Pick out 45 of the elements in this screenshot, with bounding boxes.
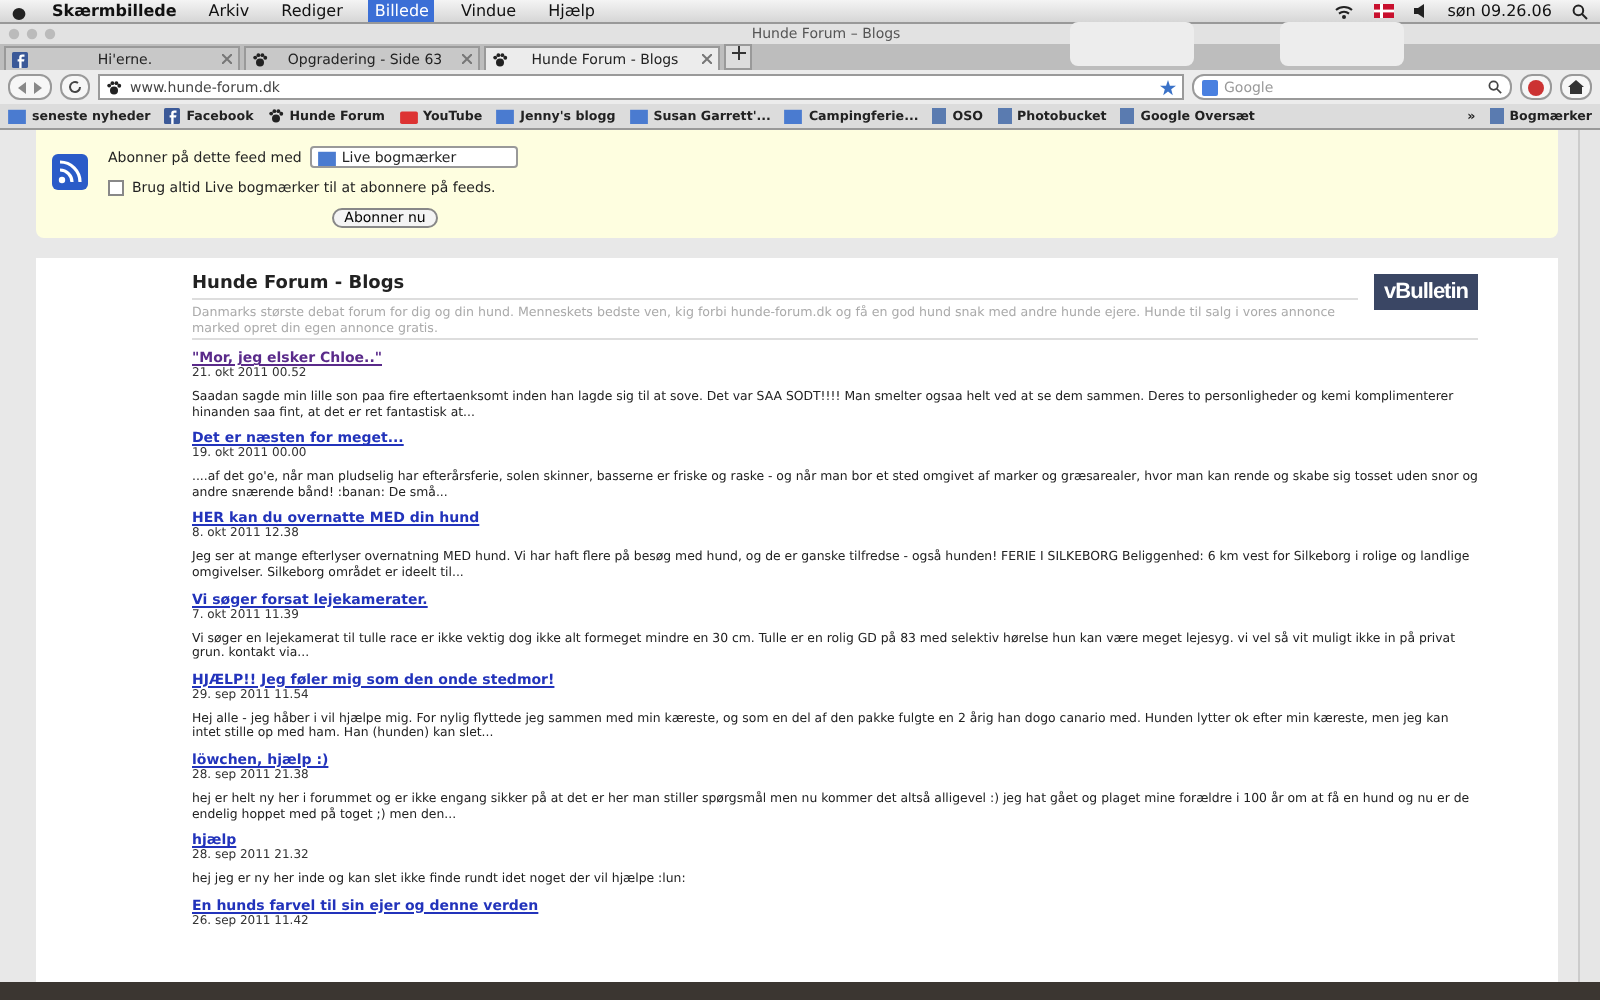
close-icon[interactable] <box>222 54 232 64</box>
wifi-icon[interactable] <box>1333 3 1354 19</box>
paw-icon <box>106 79 122 95</box>
folder-icon <box>629 108 648 124</box>
speaker-icon[interactable] <box>1413 4 1428 18</box>
search-icon[interactable] <box>1488 80 1502 94</box>
close-icon[interactable] <box>462 54 472 64</box>
flag-icon[interactable] <box>1373 4 1394 18</box>
menu-item[interactable]: Rediger <box>275 0 349 22</box>
stop-icon <box>1528 79 1544 95</box>
new-tab-button[interactable] <box>724 44 752 70</box>
tv-icon <box>399 108 417 124</box>
page-icon <box>997 108 1011 124</box>
clock[interactable]: søn 09.26.06 <box>1447 2 1552 20</box>
folder-icon <box>317 149 336 165</box>
folder-icon <box>8 108 26 124</box>
f-logo-icon <box>12 51 28 67</box>
paw-icon <box>252 51 268 67</box>
checkbox[interactable] <box>108 180 124 196</box>
arrows-icon <box>16 81 44 93</box>
menu-item[interactable]: Arkiv <box>202 0 256 22</box>
paw-icon <box>492 51 508 67</box>
close-icon[interactable] <box>702 54 712 64</box>
page-icon <box>932 108 947 124</box>
home-button[interactable] <box>1560 74 1592 100</box>
folder-icon <box>496 108 515 124</box>
menu-item[interactable]: Skærmbillede <box>46 0 183 22</box>
search-icon[interactable] <box>1572 3 1588 19</box>
page-icon <box>1120 108 1135 124</box>
menu-item[interactable]: Billede <box>368 0 435 22</box>
reload-button[interactable] <box>60 74 90 100</box>
reload-icon <box>68 80 82 94</box>
f-logo-icon <box>164 108 181 124</box>
star-icon[interactable] <box>1160 79 1176 95</box>
logo: vBulletin <box>1374 274 1478 310</box>
rss-icon <box>52 154 88 190</box>
page-icon <box>1489 108 1504 124</box>
page-title: Hunde Forum - Blogs <box>192 274 1359 300</box>
menu-item[interactable]: Hjælp <box>542 0 602 22</box>
home-icon <box>1568 80 1584 94</box>
stop-button[interactable] <box>1520 74 1552 100</box>
menu-item[interactable]: Vindue <box>454 0 523 22</box>
paw-icon <box>267 108 284 124</box>
folder-icon <box>784 108 803 124</box>
plus-icon <box>731 46 745 60</box>
